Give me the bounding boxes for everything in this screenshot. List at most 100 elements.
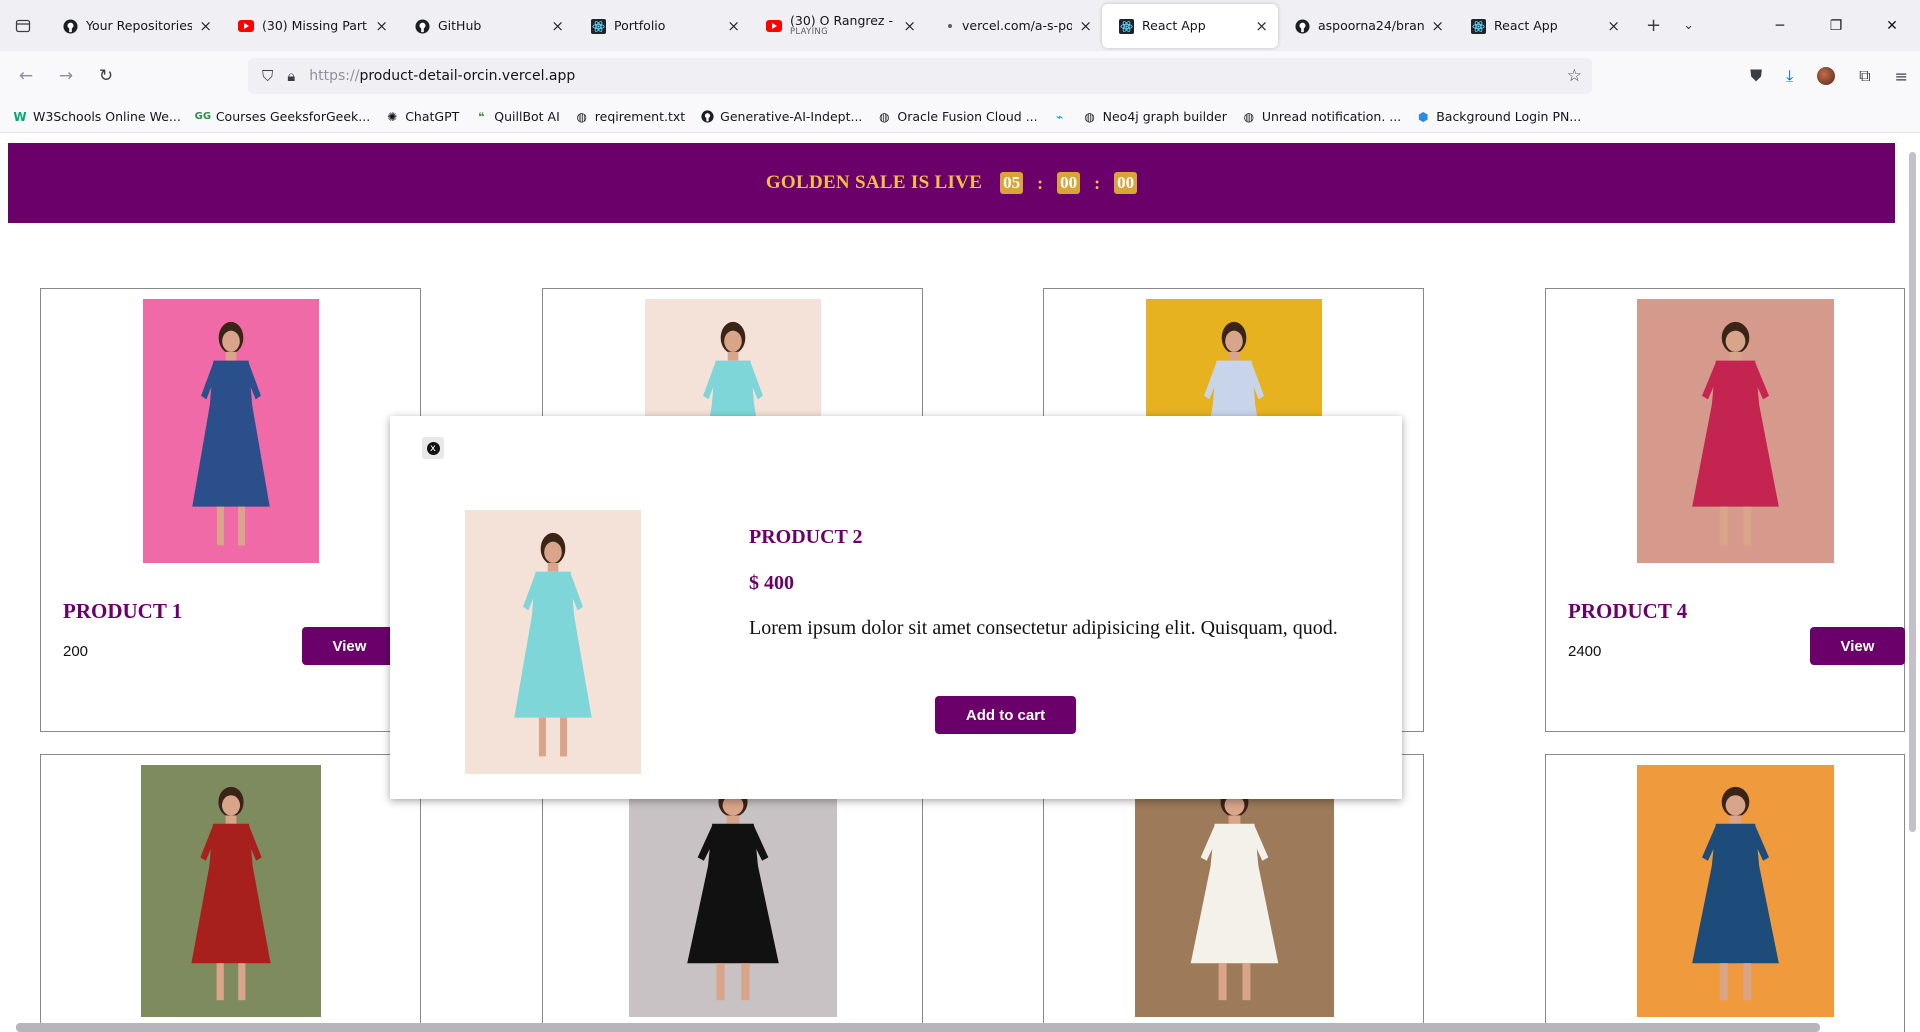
tab-title: Portfolio <box>614 19 666 33</box>
tab-title: vercel.com/a-s-poorn <box>962 19 1072 33</box>
bookmark-label: W3Schools Online We... <box>33 109 181 124</box>
globe-icon: ◍ <box>879 109 890 124</box>
view-button[interactable]: View <box>1810 627 1905 665</box>
forward-icon[interactable]: → <box>46 66 86 86</box>
tab-o-rangrez[interactable]: (30) O Rangrez - YouTuPLAYING × <box>750 4 926 48</box>
extensions-icon[interactable]: ⧉ <box>1859 66 1870 86</box>
tab-brand-pa[interactable]: aspoorna24/brand-pa × <box>1278 4 1454 48</box>
bookmark-label: QuillBot AI <box>494 109 560 124</box>
close-icon[interactable]: × <box>375 17 388 35</box>
reload-icon[interactable]: ↻ <box>86 66 126 86</box>
bookmark-neo4j-icon-only[interactable]: ⌁ <box>1052 109 1068 125</box>
tab-missing-part[interactable]: (30) Missing Part - Rea × <box>222 4 398 48</box>
sale-banner: GOLDEN SALE IS LIVE 05 : 00 : 00 <box>8 143 1895 223</box>
tab-react-app-active[interactable]: React App × <box>1102 4 1278 48</box>
timer-separator: : <box>1037 172 1044 193</box>
close-icon[interactable]: × <box>903 17 916 35</box>
bookmark-unread[interactable]: ◍ Unread notification. ... <box>1241 109 1402 125</box>
close-icon[interactable]: × <box>199 17 212 35</box>
bookmark-geeksforgeeks[interactable]: GG Courses GeeksforGeek... <box>195 109 371 125</box>
bookmark-background-login[interactable]: ⬢ Background Login PN... <box>1415 109 1581 125</box>
minimize-icon[interactable]: ─ <box>1752 18 1808 34</box>
new-tab-icon[interactable]: + <box>1646 15 1661 36</box>
product-card: PRODUCT 1 200 View <box>40 288 421 732</box>
product-card: PRODUCT 4 2400 View <box>1545 288 1905 732</box>
close-icon[interactable]: × <box>1607 17 1620 35</box>
product-name: PRODUCT 1 <box>63 599 183 623</box>
quillbot-icon: ❝ <box>478 109 485 124</box>
close-icon[interactable]: × <box>1431 17 1444 35</box>
tab-vercel[interactable]: vercel.com/a-s-poorn × <box>926 4 1102 48</box>
product-image[interactable] <box>629 765 837 1017</box>
globe-icon: ◍ <box>576 109 588 124</box>
bookmark-reqirement[interactable]: ◍ reqirement.txt <box>574 109 686 125</box>
chevron-down-icon[interactable]: ⌄ <box>1683 18 1694 33</box>
bookmark-neo4j[interactable]: ◍ Neo4j graph builder <box>1082 109 1227 125</box>
bookmark-generative-ai[interactable]: Generative-AI-Indept... <box>699 109 862 125</box>
product-image[interactable] <box>143 299 319 563</box>
close-window-icon[interactable]: ✕ <box>1864 18 1920 34</box>
view-button[interactable]: View <box>302 627 397 665</box>
download-icon[interactable]: ⤓ <box>1786 66 1793 86</box>
pin-icon: ⬢ <box>1417 109 1429 124</box>
close-icon[interactable]: × <box>1255 17 1268 35</box>
nav-toolbar: ← → ↻ ⛉ 🔒︎ https://product-detail-orcin.… <box>0 51 1920 101</box>
github-icon <box>414 18 430 34</box>
back-icon[interactable]: ← <box>6 66 46 86</box>
bookmark-oracle[interactable]: ◍ Oracle Fusion Cloud ... <box>876 109 1037 125</box>
product-card <box>40 754 421 1032</box>
bookmark-label: Oracle Fusion Cloud ... <box>897 109 1038 124</box>
product-modal: x PRODUCT 2 $ 400 Lorem ipsum dolor sit … <box>390 416 1402 799</box>
react-icon <box>590 18 606 34</box>
restore-icon[interactable]: ❐ <box>1808 18 1864 34</box>
tab-strip: Your Repositories × (30) Missing Part - … <box>0 0 1920 51</box>
youtube-icon <box>766 18 782 34</box>
tab-react-app[interactable]: React App × <box>1454 4 1630 48</box>
product-price: 200 <box>63 643 89 660</box>
github-icon <box>1294 18 1310 34</box>
react-icon <box>1118 18 1134 34</box>
account-avatar[interactable] <box>1817 67 1836 85</box>
product-image[interactable] <box>1637 299 1834 563</box>
shield-icon: ⛉ <box>262 67 274 85</box>
globe-icon: ◍ <box>1084 109 1095 124</box>
close-icon: x <box>426 441 440 455</box>
url-protocol: https:// <box>309 68 360 84</box>
tab-list-icon[interactable] <box>0 0 46 51</box>
tab-title: Your Repositories <box>86 19 192 33</box>
vertical-scrollbar[interactable] <box>1909 152 1916 832</box>
close-button[interactable]: x <box>422 437 444 459</box>
tab-portfolio[interactable]: Portfolio × <box>574 4 750 48</box>
bookmark-label: ChatGPT <box>405 109 460 124</box>
url-host: product-detail-orcin.vercel.app <box>359 68 576 84</box>
product-image[interactable] <box>1135 765 1334 1017</box>
tab-title: aspoorna24/brand-pa <box>1318 19 1424 33</box>
menu-icon[interactable]: ≡ <box>1895 67 1908 86</box>
tab-title: React App <box>1494 19 1558 33</box>
bookmark-label: Neo4j graph builder <box>1102 109 1227 124</box>
dot-icon <box>948 24 952 28</box>
modal-product-price: $ 400 <box>749 572 794 594</box>
horizontal-scrollbar[interactable] <box>16 1023 1820 1032</box>
close-icon[interactable]: × <box>551 17 564 35</box>
url-bar[interactable]: ⛉ 🔒︎ https://product-detail-orcin.vercel… <box>248 58 1592 94</box>
bookmark-w3schools[interactable]: W W3Schools Online We... <box>12 109 181 125</box>
product-name: PRODUCT 4 <box>1568 599 1688 623</box>
modal-product-image <box>465 510 641 774</box>
product-image[interactable] <box>1637 765 1834 1017</box>
tab-title: React App <box>1142 19 1206 33</box>
lock-icon: 🔒︎ <box>287 67 296 85</box>
neo4j-icon: ⌁ <box>1056 109 1064 124</box>
close-icon[interactable]: × <box>1079 17 1092 35</box>
bookmark-label: Background Login PN... <box>1436 109 1582 124</box>
close-icon[interactable]: × <box>727 17 740 35</box>
pocket-icon[interactable]: ⛊ <box>1750 66 1762 86</box>
add-to-cart-button[interactable]: Add to cart <box>935 696 1076 734</box>
bookmark-chatgpt[interactable]: ✺ ChatGPT <box>384 109 459 125</box>
bookmark-star-icon[interactable]: ☆ <box>1567 66 1582 86</box>
bookmark-quillbot[interactable]: ❝ QuillBot AI <box>473 109 560 125</box>
tab-your-repositories[interactable]: Your Repositories × <box>46 4 222 48</box>
react-icon <box>1470 18 1486 34</box>
tab-github[interactable]: GitHub × <box>398 4 574 48</box>
product-image[interactable] <box>141 765 321 1017</box>
